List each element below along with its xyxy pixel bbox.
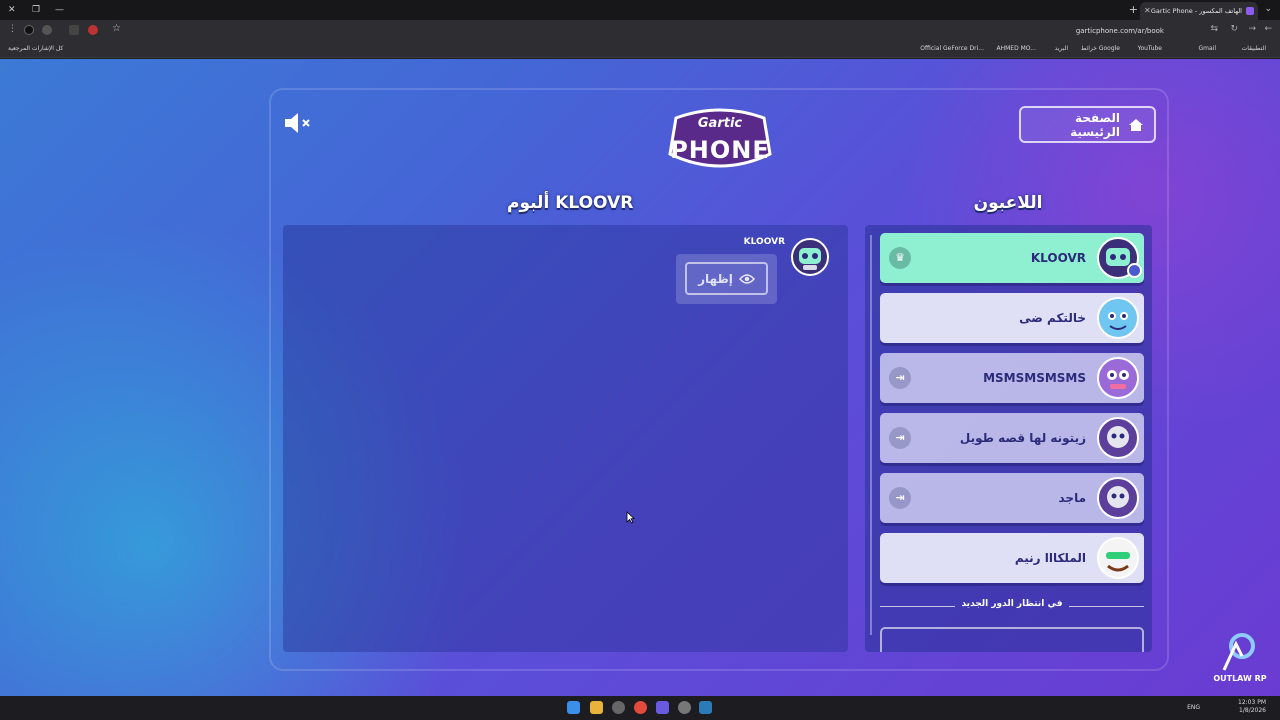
speaker-muted-icon [285,113,310,133]
discord-icon[interactable] [656,701,669,714]
player-row: ⇥ زيتونه لها قصه طويل [880,413,1144,463]
watermark-text: OUTLAW RP [1213,674,1267,683]
gartic-phone-logo: Gartic PHONE [658,106,782,182]
outlaw-logo-icon [1222,633,1255,671]
players-title: اللاعبون [973,193,1043,213]
player-name: خالتكم ضى [1019,311,1086,325]
monster-avatar-icon [1097,357,1139,399]
address-bar[interactable]: garticphone.com/ar/book [130,23,1230,39]
player-row-host: ♛ KLOOVR [880,233,1144,283]
players-scrollbar[interactable] [870,235,872,635]
album-title: ألبوم KLOOVR [507,193,634,213]
robot-avatar-icon [791,238,829,276]
forward-icon[interactable]: → [1248,24,1256,34]
skull-avatar-icon [1097,477,1139,519]
eye-icon [738,273,755,284]
site-settings-icon[interactable]: ⇆ [1210,24,1218,34]
settings-icon[interactable] [612,701,625,714]
player-row: خالتكم ضى [880,293,1144,343]
language-indicator[interactable]: ENG [1187,704,1200,711]
player-name: ماجد [1058,491,1086,505]
tab-search-icon[interactable]: ⌄ [1264,4,1272,14]
home-button-label: الصفحة الرئيسية [1070,110,1121,139]
waiting-divider: في انتظار الدور الجديد [880,599,1144,613]
bookmark-geforce[interactable]: Official GeForce Dri... [920,45,984,52]
url-text: garticphone.com/ar/book [1075,27,1164,35]
menu-icon[interactable]: ⋮ [8,24,17,34]
bear-avatar-icon [1097,297,1139,339]
player-row: الملكااا رنيم [880,533,1144,583]
waiting-icon: ⇥ [889,427,911,449]
browser-toolbar: ⋮ ☆ garticphone.com/ar/book ⇆ ↻ → ← [0,20,1280,42]
reload-icon[interactable]: ↻ [1230,24,1238,34]
player-row: ⇥ MSMSMSMSMS [880,353,1144,403]
bookmark-maps[interactable]: خرائط Google [1081,45,1120,52]
show-button[interactable]: إظهار [685,262,768,295]
tab-favicon-icon [1246,7,1254,15]
player-row: ⇥ ماجد [880,473,1144,523]
home-button[interactable]: الصفحة الرئيسية [1019,106,1156,143]
file-explorer-icon[interactable] [590,701,603,714]
clock-date: 1/8/2026 [1239,707,1266,714]
clock[interactable]: 12:03 PM 1/8/2026 [1238,699,1266,715]
bookmark-ahmed[interactable]: AHMED MO... [997,45,1037,52]
bookmark-star-icon[interactable]: ☆ [112,23,121,34]
waiting-icon: ⇥ [889,367,911,389]
logo-gartic-text: Gartic [697,116,743,131]
extension-icon[interactable] [42,25,52,35]
waiting-player-card [880,627,1144,652]
players-panel: ♛ KLOOVR خالتكم ضى ⇥ MSMSMSMSMS ⇥ زيتونه… [865,225,1152,652]
clock-time: 12:03 PM [1238,699,1266,706]
bookmark-apps[interactable]: التطبيقات [1242,45,1266,52]
browser-tabbar: ✕ ❐ — + الهاتف المكسور - Gartic Phone ✕ … [0,0,1280,20]
bookmark-mail[interactable]: البريد [1055,45,1068,52]
bookmark-youtube[interactable]: YouTube [1138,45,1162,52]
tab-close-icon[interactable]: ✕ [1144,2,1151,20]
bookmark-gmail[interactable]: Gmail [1198,45,1216,52]
player-name: MSMSMSMSMS [983,371,1086,385]
mute-button[interactable] [283,111,315,135]
album-panel: KLOOVR إظهار [283,225,848,652]
close-window-icon[interactable]: ✕ [8,5,16,15]
start-icon[interactable] [567,701,580,714]
restore-window-icon[interactable]: ❐ [32,5,40,15]
extension-red-icon[interactable] [88,25,98,35]
active-tab[interactable]: الهاتف المكسور - Gartic Phone ✕ [1140,2,1258,20]
game-page: Gartic PHONE الصفحة الرئيسية ألبوم KLOOV… [0,59,1280,696]
home-icon [1129,118,1144,131]
mouse-cursor-icon [626,511,635,524]
logo-phone-text: PHONE [670,136,770,164]
windows-taskbar: ENG 12:03 PM 1/8/2026 [0,696,1280,720]
extensions-puzzle-icon[interactable] [69,25,79,35]
hidden-drawing-bubble: إظهار [676,254,777,304]
crown-icon: ♛ [889,247,911,269]
back-icon[interactable]: ← [1264,24,1272,34]
chrome-icon[interactable] [634,701,647,714]
outlaw-rp-watermark: OUTLAW RP [1210,630,1270,692]
current-user-icon [1127,263,1142,278]
player-name: KLOOVR [1030,251,1086,265]
sunglasses-avatar-icon [1097,537,1139,579]
new-tab-icon[interactable]: + [1129,3,1138,16]
bookmarks-bar: كل الإشارات المرجعية التطبيقات Gmail You… [0,42,1280,58]
waiting-icon: ⇥ [889,487,911,509]
player-name: الملكااا رنيم [1014,551,1086,565]
album-author-name: KLOOVR [743,237,785,247]
all-bookmarks[interactable]: كل الإشارات المرجعية [8,45,63,52]
tab-title: الهاتف المكسور - Gartic Phone [1150,7,1242,15]
skull-avatar-icon [1097,417,1139,459]
app-icon[interactable] [678,701,691,714]
minimize-window-icon[interactable]: — [55,5,64,15]
steam-icon[interactable] [699,701,712,714]
show-button-label: إظهار [698,271,733,286]
profile-icon[interactable] [24,25,34,35]
player-name: زيتونه لها قصه طويل [959,431,1086,445]
